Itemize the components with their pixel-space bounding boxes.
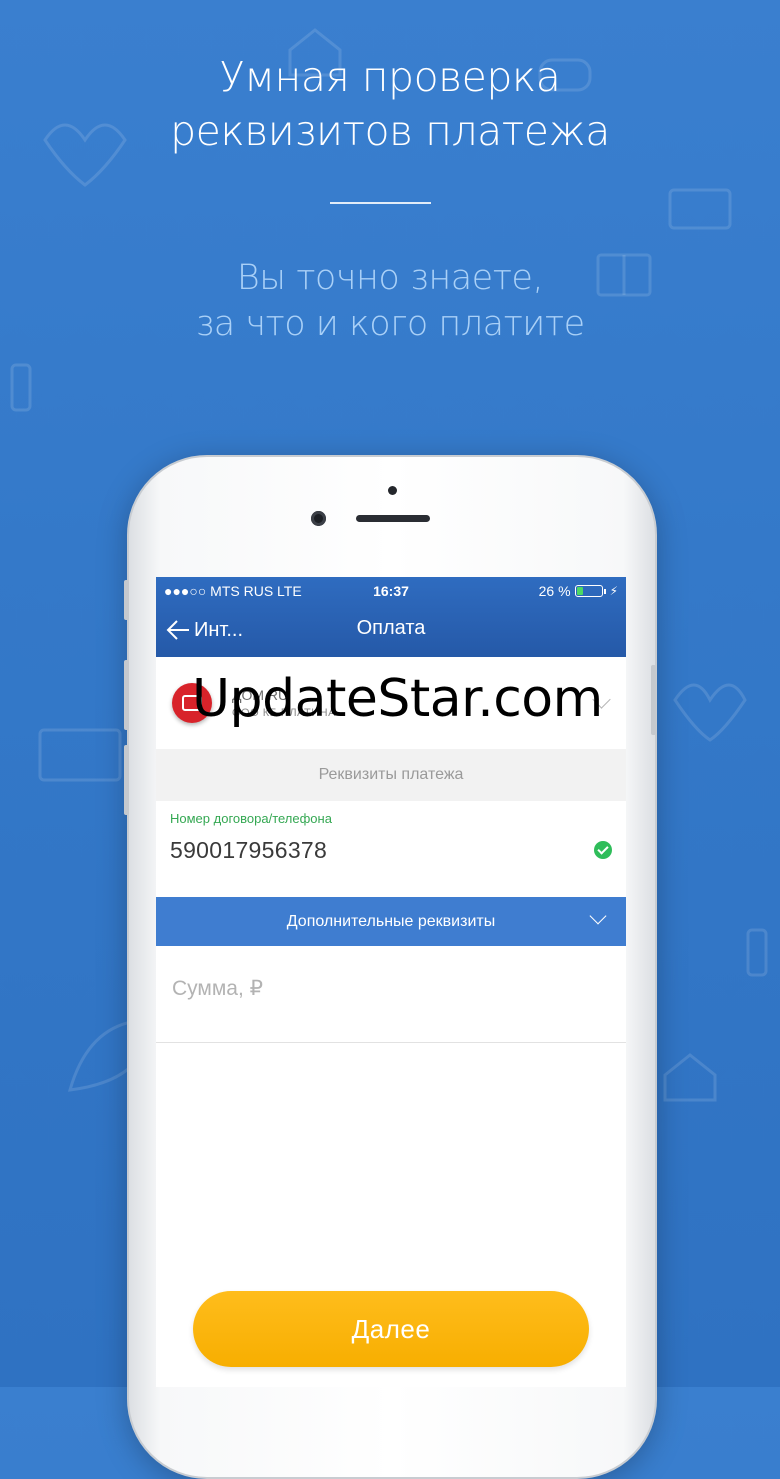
extra-details-label: Дополнительные реквизиты — [286, 913, 496, 930]
account-number-value[interactable]: 590017956378 — [170, 837, 327, 864]
traffic-light-doodle-icon-right — [746, 928, 768, 977]
traffic-light-doodle-icon — [10, 363, 32, 412]
promo-subtitle-line-1: Вы точно знаете, — [236, 258, 544, 298]
promo-title-line-1: Умная проверка — [219, 53, 561, 101]
battery-percent: 26 % — [538, 583, 571, 599]
promo-subtitle: Вы точно знаете, за что и кого платите — [0, 255, 780, 347]
account-number-field[interactable]: Номер договора/телефона 590017956378 — [156, 801, 626, 897]
phone-side-button-3 — [124, 745, 129, 815]
promo-divider — [330, 202, 431, 204]
phone-power-button — [651, 665, 656, 735]
navigation-bar: ●●●○○ MTS RUS LTE 16:37 26 % ⚡ Инт... Оп… — [156, 577, 626, 657]
phone-speaker — [356, 515, 430, 522]
watermark: UpdateStar.com — [192, 669, 603, 729]
hands-heart-doodle-icon-right — [673, 683, 747, 742]
tv-doodle-icon — [38, 728, 122, 782]
screen-title: Оплата — [356, 617, 426, 639]
status-battery: 26 % ⚡ — [539, 581, 618, 601]
charging-bolt-icon: ⚡ — [609, 584, 618, 598]
house-doodle-icon-right — [663, 1053, 717, 1102]
amount-input[interactable] — [170, 976, 594, 1002]
phone-camera — [311, 511, 326, 526]
extra-details-toggle[interactable]: Дополнительные реквизиты — [156, 897, 626, 946]
battery-level — [576, 587, 584, 595]
amount-field[interactable] — [156, 946, 626, 1043]
card-doodle-icon — [668, 188, 732, 230]
promo-title: Умная проверка реквизитов платежа — [0, 50, 780, 158]
account-number-label: Номер договора/телефона — [170, 811, 332, 826]
next-button[interactable]: Далее — [193, 1291, 589, 1367]
check-circle-icon — [594, 841, 612, 859]
battery-icon — [574, 585, 603, 597]
section-label: Реквизиты платежа — [156, 749, 626, 801]
phone-sensor — [388, 486, 397, 495]
phone-side-button-1 — [124, 580, 129, 620]
app-screen: ●●●○○ MTS RUS LTE 16:37 26 % ⚡ Инт... Оп… — [156, 577, 626, 1387]
phone-side-button-2 — [124, 660, 129, 730]
promo-subtitle-line-2: за что и кого платите — [195, 304, 585, 344]
battery-tip-icon — [603, 588, 606, 594]
promo-title-line-2: реквизитов платежа — [170, 107, 610, 155]
